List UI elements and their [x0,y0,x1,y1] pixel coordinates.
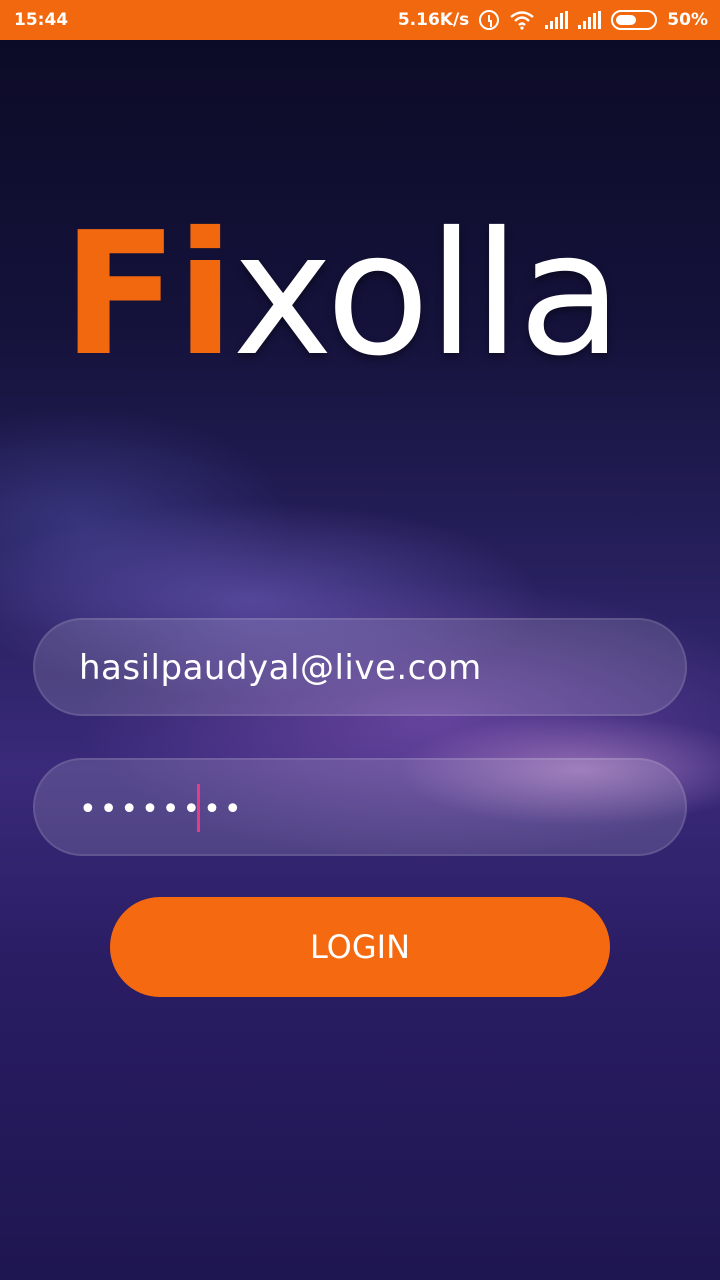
login-button[interactable]: LOGIN [110,897,610,997]
logo-main-text: xolla [232,196,622,394]
password-field[interactable]: •••••••• [33,758,687,856]
status-time: 15:44 [14,10,69,30]
app-logo: Fixolla [62,210,622,380]
email-field[interactable]: hasilpaudyal@live.com [33,618,687,716]
email-input-value: hasilpaudyal@live.com [79,648,482,688]
text-cursor [197,784,200,832]
signal-icon [578,11,602,29]
battery-percentage: 50% [667,10,708,30]
wifi-icon [510,11,535,30]
logo-accent-text: Fi [62,196,234,394]
battery-icon [611,10,658,30]
alarm-icon [479,10,500,30]
status-bar: 15:44 5.16K/s 50% [0,0,720,40]
signal-icon [545,11,569,29]
network-speed: 5.16K/s [397,10,470,30]
status-icons: 5.16K/s 50% [398,8,708,32]
password-input-value: •••••••• [79,792,245,827]
